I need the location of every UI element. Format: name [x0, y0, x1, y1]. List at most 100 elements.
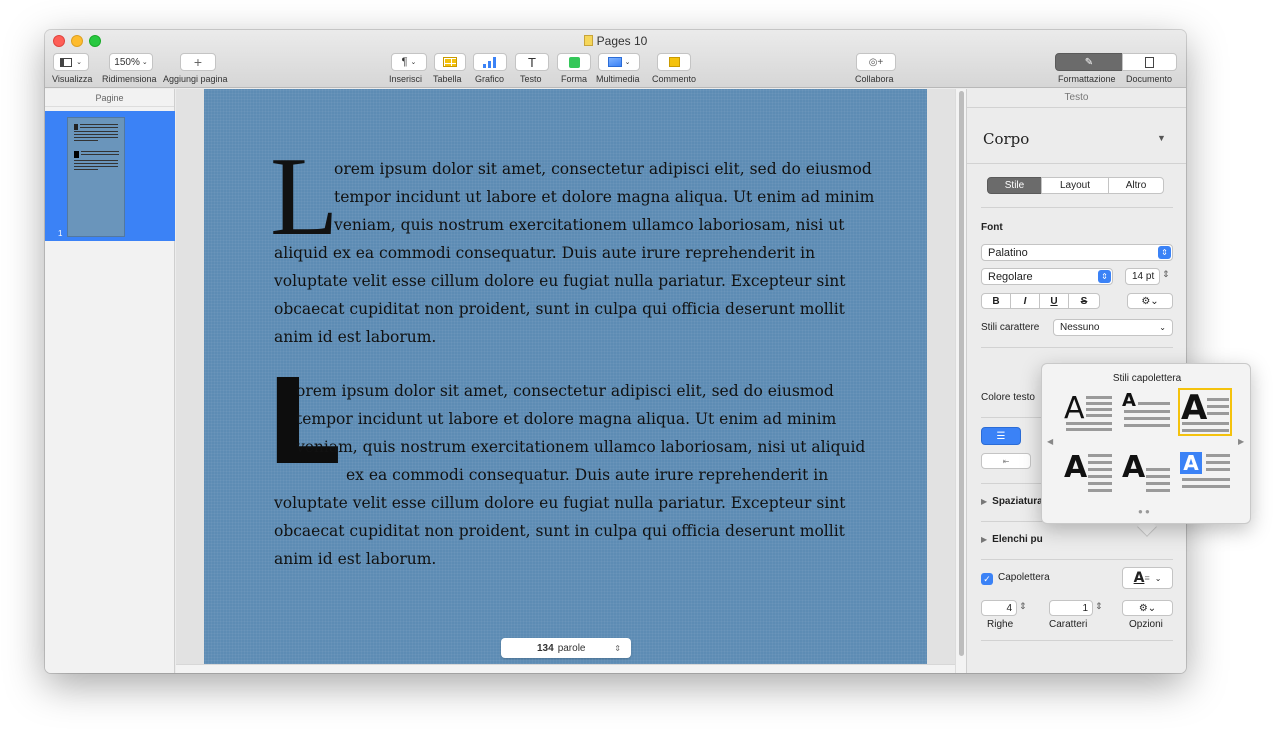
paragraph-2-rest: voluptate velit esse cillum dolore eu fu… [274, 489, 846, 573]
paragraph-style-name[interactable]: Corpo [983, 130, 1029, 148]
text-line: voluptate velit esse cillum dolore eu fu… [274, 272, 846, 290]
vertical-scrollbar[interactable] [955, 89, 966, 673]
line-bar [1086, 414, 1112, 417]
tab-layout[interactable]: Layout [1041, 177, 1109, 194]
zoom-select[interactable]: 150% ⌄ [109, 53, 153, 71]
style-glyph: A [1122, 390, 1136, 411]
drop-cap-checkbox[interactable]: ✓ Capolettera [981, 572, 1050, 585]
char-styles-select[interactable]: Nessuno ⌄ [1053, 319, 1173, 336]
document-icon [1145, 56, 1154, 68]
drop-cap-options-button[interactable]: ⚙⌄ [1122, 600, 1173, 616]
tab-style[interactable]: Stile [987, 177, 1042, 194]
chart-button[interactable] [473, 53, 507, 71]
text-options-button[interactable]: ⚙⌄ [1127, 293, 1173, 309]
paragraph-1-rest: aliquid ex ea commodi consequatur. Duis … [274, 239, 846, 351]
disclosure-triangle-icon[interactable]: ▼ [1157, 133, 1166, 143]
drop-cap-style-4[interactable]: A [1064, 450, 1114, 494]
text-line: voluptate velit esse cillum dolore eu fu… [274, 494, 846, 512]
format-button[interactable]: ✎ [1055, 53, 1123, 71]
style-glyph: A [1064, 391, 1085, 426]
collaborate-label: Collabora [855, 74, 894, 84]
spacing-disclosure[interactable]: ▶ Spaziatura [981, 496, 1043, 507]
line-bar [1124, 410, 1170, 413]
document-page[interactable]: L orem ipsum dolor sit amet, consectetur… [204, 89, 927, 664]
strikethrough-button[interactable]: S [1068, 293, 1100, 309]
previous-page-icon[interactable]: ◀ [1047, 437, 1053, 446]
drop-cap-style-6[interactable]: A [1180, 450, 1230, 494]
thumbnail-preview [74, 124, 119, 170]
paragraph-2-indented-c: ex ea commodi consequatur. Duis aute iru… [346, 461, 828, 489]
text-line: ex ea commodi consequatur. Duis aute iru… [346, 466, 829, 484]
style-glyph: A [1122, 450, 1146, 485]
lines-field[interactable]: 4 [981, 600, 1017, 616]
table-button[interactable] [434, 53, 466, 71]
view-button[interactable]: ⌄ [53, 53, 89, 71]
lines-label: Righe [987, 619, 1014, 630]
decrease-indent-button[interactable]: ⇤ [981, 453, 1031, 469]
font-family-select[interactable]: Palatino ⇕ [981, 244, 1173, 261]
font-size-field[interactable]: 14 pt [1125, 268, 1160, 285]
drop-cap-style-1[interactable]: A [1064, 388, 1114, 432]
text-line: obcaecat cupiditat non proident, sunt in… [274, 300, 845, 318]
font-weight-select[interactable]: Regolare ⇕ [981, 268, 1113, 285]
align-left-icon: ☰ [996, 430, 1006, 442]
scroll-thumb[interactable] [959, 91, 964, 656]
stepper-icon: ⇕ [614, 643, 621, 653]
chevron-down-icon: ⌄ [624, 59, 631, 66]
image-icon [607, 57, 622, 67]
shape-button[interactable] [557, 53, 591, 71]
bold-button[interactable]: B [981, 293, 1011, 309]
page-number: 1 [58, 229, 63, 238]
align-left-button[interactable]: ☰ [981, 427, 1021, 445]
tab-other[interactable]: Altro [1108, 177, 1164, 194]
next-page-icon[interactable]: ▶ [1238, 437, 1244, 446]
divider [967, 163, 1186, 164]
horizontal-scrollbar[interactable] [176, 664, 966, 673]
page-thumbnail[interactable] [67, 117, 125, 237]
drop-cap-style-5[interactable]: A [1122, 450, 1172, 494]
text-line: orem ipsum dolor sit amet, consectetur a… [296, 382, 834, 400]
line-bar [1182, 485, 1230, 488]
table-label: Tabella [433, 74, 462, 84]
word-count-button[interactable]: 134 parole ⇕ [501, 638, 631, 658]
drop-cap-styles-popover: Stili capolettera ◀ ▶ A A A A A A ● ● [1041, 363, 1251, 524]
underline-button[interactable]: U [1039, 293, 1069, 309]
add-page-button[interactable]: + [180, 53, 216, 71]
popover-title: Stili capolettera [1112, 373, 1182, 384]
text-button[interactable]: T [515, 53, 549, 71]
stepper-icon: ⇕ [1158, 246, 1171, 259]
collaborate-button[interactable]: ◎+ [856, 53, 896, 71]
line-bar [1088, 489, 1112, 492]
lines-stepper[interactable]: ⇕ [1019, 601, 1027, 612]
toolbar: Pages 10 ⌄ Visualizza 150% ⌄ Ridimensiona… [45, 30, 1186, 88]
chars-stepper[interactable]: ⇕ [1095, 601, 1103, 612]
comment-icon [668, 57, 680, 67]
font-size-stepper[interactable]: ⇕ [1162, 269, 1170, 280]
window-title: Pages 10 [45, 34, 1186, 48]
line-bar [1207, 412, 1229, 415]
insert-button[interactable]: ¶ ⌄ [391, 53, 427, 71]
drop-cap-style-3-selected[interactable]: A [1178, 388, 1232, 436]
text-line: veniam, quis nostrum exercitationem ulla… [334, 216, 845, 234]
italic-button[interactable]: I [1010, 293, 1040, 309]
comment-button[interactable] [657, 53, 691, 71]
document-canvas: L orem ipsum dolor sit amet, consectetur… [176, 89, 966, 673]
line-bar [1182, 429, 1229, 432]
media-button[interactable]: ⌄ [598, 53, 640, 71]
paragraph-1-indented: orem ipsum dolor sit amet, consectetur a… [334, 155, 874, 239]
comment-label: Commento [652, 74, 697, 84]
line-bar [1206, 454, 1230, 457]
page-indicator[interactable]: ● ● [1138, 507, 1150, 516]
inspector-title: Testo [1064, 92, 1089, 103]
text-label: Testo [520, 74, 542, 84]
text-line: anim id est laborum. [274, 328, 437, 346]
document-button[interactable] [1122, 53, 1177, 71]
drop-cap-style-2[interactable]: A [1122, 388, 1172, 432]
chevron-down-icon: ⌄ [1159, 323, 1166, 332]
chars-field[interactable]: 1 [1049, 600, 1093, 616]
page-thumbnail-selected[interactable]: 1 [45, 111, 175, 241]
sidebar-icon [60, 57, 73, 67]
lists-disclosure[interactable]: ▶ Elenchi pu [981, 534, 1043, 545]
style-glyph: A [1064, 450, 1088, 485]
drop-cap-style-button[interactable]: A ≡ ⌄ [1122, 567, 1173, 589]
